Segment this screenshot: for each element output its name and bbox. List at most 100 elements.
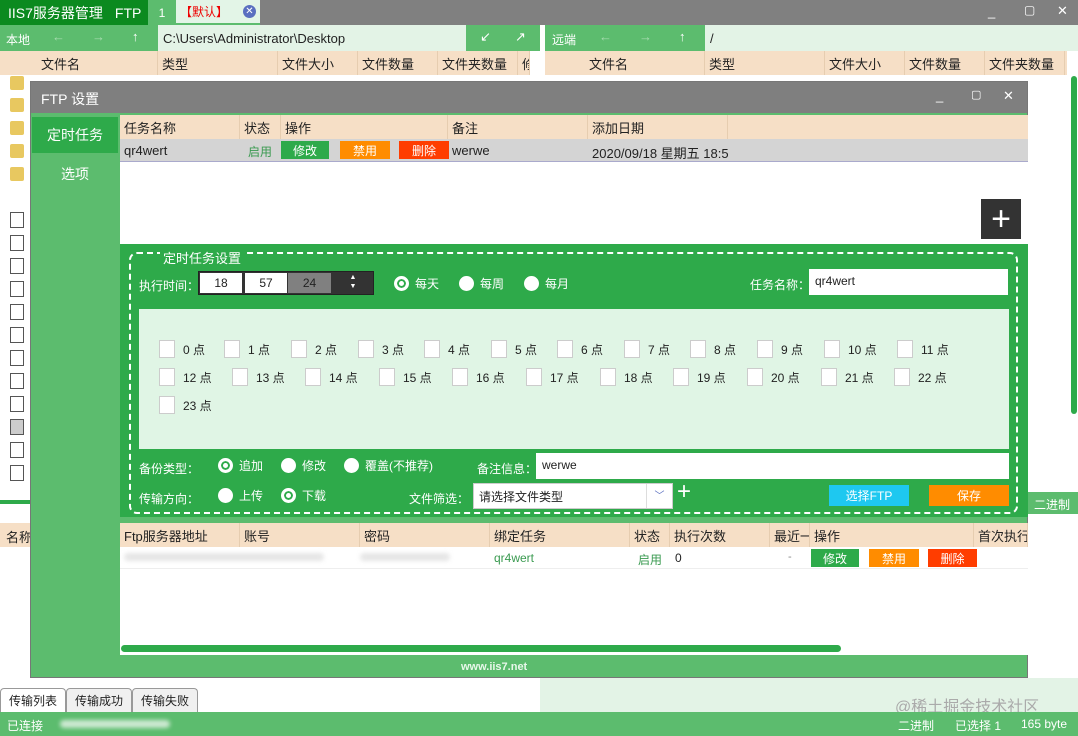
checkbox-icon[interactable] xyxy=(379,368,395,386)
file-icon[interactable] xyxy=(10,212,24,228)
edit-ftp-button[interactable]: 修改 xyxy=(811,549,859,567)
hour-checkbox[interactable]: 19 点 xyxy=(673,368,726,386)
tab-transfer-success[interactable]: 传输成功 xyxy=(66,688,133,712)
file-icon[interactable] xyxy=(10,442,24,458)
checkbox-icon[interactable] xyxy=(894,368,910,386)
col-filename[interactable]: 文件名 xyxy=(585,51,705,75)
remote-path-input[interactable]: / xyxy=(705,25,1078,51)
tab-default[interactable]: 【默认】 ✕ xyxy=(176,0,260,25)
sidebar-item-scheduled-tasks[interactable]: 定时任务 xyxy=(32,117,118,153)
hour-checkbox[interactable]: 16 点 xyxy=(452,368,505,386)
disable-ftp-button[interactable]: 禁用 xyxy=(869,549,919,567)
hour-checkbox[interactable]: 23 点 xyxy=(159,396,212,414)
forward-arrow-icon[interactable]: → xyxy=(639,29,652,44)
frequency-option[interactable]: 每周 xyxy=(459,275,504,292)
radio-icon[interactable] xyxy=(218,488,233,503)
back-arrow-icon[interactable]: ← xyxy=(52,29,65,44)
minimize-icon[interactable]: _ xyxy=(936,88,943,103)
exec-time-picker[interactable]: 18 57 24 ▲ ▼ xyxy=(198,271,374,295)
time-spinner-icon[interactable]: ▲ ▼ xyxy=(333,273,373,293)
checkbox-icon[interactable] xyxy=(526,368,542,386)
tab-index[interactable]: 1 xyxy=(148,0,176,25)
backup-type-option[interactable]: 修改 xyxy=(281,457,326,474)
collapse-icon[interactable]: ↙ xyxy=(480,29,491,45)
radio-icon[interactable] xyxy=(459,276,475,291)
note-input[interactable]: werwe xyxy=(536,453,1009,479)
col-filename[interactable]: 文件名 xyxy=(37,51,158,75)
disable-task-button[interactable]: 禁用 xyxy=(340,141,390,159)
back-arrow-icon[interactable]: ← xyxy=(599,29,612,44)
tab-transfer-failed[interactable]: 传输失败 xyxy=(132,688,199,712)
hour-checkbox[interactable]: 7 点 xyxy=(624,340,670,358)
radio-icon[interactable] xyxy=(344,458,360,473)
maximize-icon[interactable]: ▢ xyxy=(1024,3,1035,17)
col-folders[interactable]: 文件夹数量 xyxy=(985,51,1065,75)
checkbox-icon[interactable] xyxy=(600,368,616,386)
hour-checkbox[interactable]: 8 点 xyxy=(690,340,736,358)
file-icon[interactable] xyxy=(10,419,24,435)
radio-icon[interactable] xyxy=(281,458,297,473)
hour-checkbox[interactable]: 22 点 xyxy=(894,368,947,386)
checkbox-icon[interactable] xyxy=(747,368,763,386)
hour-checkbox[interactable]: 2 点 xyxy=(291,340,337,358)
sidebar-item-options[interactable]: 选项 xyxy=(32,156,118,192)
hour-checkbox[interactable]: 1 点 xyxy=(224,340,270,358)
hour-checkbox[interactable]: 17 点 xyxy=(526,368,579,386)
hour-checkbox[interactable]: 13 点 xyxy=(232,368,285,386)
col-type[interactable]: 类型 xyxy=(705,51,825,75)
file-icon[interactable] xyxy=(10,304,24,320)
folder-icon[interactable] xyxy=(10,121,24,135)
checkbox-icon[interactable] xyxy=(305,368,321,386)
hour-checkbox[interactable]: 10 点 xyxy=(824,340,877,358)
close-icon[interactable]: ✕ xyxy=(1057,3,1068,19)
save-button[interactable]: 保存 xyxy=(929,485,1009,506)
checkbox-icon[interactable] xyxy=(673,368,689,386)
folder-icon[interactable] xyxy=(10,167,24,181)
frequency-option[interactable]: 每天 xyxy=(394,275,439,292)
file-icon[interactable] xyxy=(10,258,24,274)
checkbox-icon[interactable] xyxy=(452,368,468,386)
second-field[interactable]: 24 xyxy=(288,273,331,293)
checkbox-icon[interactable] xyxy=(897,340,913,358)
local-path-input[interactable]: C:\Users\Administrator\Desktop xyxy=(158,25,466,51)
hour-checkbox[interactable]: 9 点 xyxy=(757,340,803,358)
checkbox-icon[interactable] xyxy=(824,340,840,358)
col-folders[interactable]: 文件夹数量 xyxy=(438,51,518,75)
col-count[interactable]: 文件数量 xyxy=(358,51,438,75)
add-filter-icon[interactable]: + xyxy=(677,478,691,506)
folder-icon[interactable] xyxy=(10,76,24,90)
file-icon[interactable] xyxy=(10,373,24,389)
direction-option[interactable]: 上传 xyxy=(218,487,263,504)
backup-type-option[interactable]: 追加 xyxy=(218,457,263,474)
hour-checkbox[interactable]: 18 点 xyxy=(600,368,653,386)
delete-task-button[interactable]: 删除 xyxy=(399,141,449,159)
checkbox-icon[interactable] xyxy=(232,368,248,386)
file-icon[interactable] xyxy=(10,465,24,481)
checkbox-icon[interactable] xyxy=(757,340,773,358)
file-icon[interactable] xyxy=(10,350,24,366)
minute-field[interactable]: 57 xyxy=(245,273,287,293)
checkbox-icon[interactable] xyxy=(557,340,573,358)
checkbox-icon[interactable] xyxy=(424,340,440,358)
hour-checkbox[interactable]: 11 点 xyxy=(897,340,949,358)
close-tab-icon[interactable]: ✕ xyxy=(243,5,256,18)
tab-transfer-list[interactable]: 传输列表 xyxy=(0,688,67,712)
col-count[interactable]: 文件数量 xyxy=(905,51,985,75)
folder-icon[interactable] xyxy=(10,98,24,112)
hour-checkbox[interactable]: 6 点 xyxy=(557,340,603,358)
hour-checkbox[interactable]: 15 点 xyxy=(379,368,432,386)
checkbox-icon[interactable] xyxy=(159,396,175,414)
remote-scrollbar[interactable] xyxy=(1071,76,1077,414)
forward-arrow-icon[interactable]: → xyxy=(92,29,105,44)
minimize-icon[interactable]: _ xyxy=(988,4,995,19)
hour-checkbox[interactable]: 14 点 xyxy=(305,368,358,386)
hour-checkbox[interactable]: 0 点 xyxy=(159,340,205,358)
frequency-option[interactable]: 每月 xyxy=(524,275,569,292)
checkbox-icon[interactable] xyxy=(821,368,837,386)
hour-field[interactable]: 18 xyxy=(200,273,242,293)
folder-icon[interactable] xyxy=(10,144,24,158)
radio-icon[interactable] xyxy=(524,276,540,291)
select-ftp-button[interactable]: 选择FTP xyxy=(829,485,909,506)
col-more[interactable]: 修 xyxy=(518,51,530,75)
col-size[interactable]: 文件大小 xyxy=(278,51,358,75)
